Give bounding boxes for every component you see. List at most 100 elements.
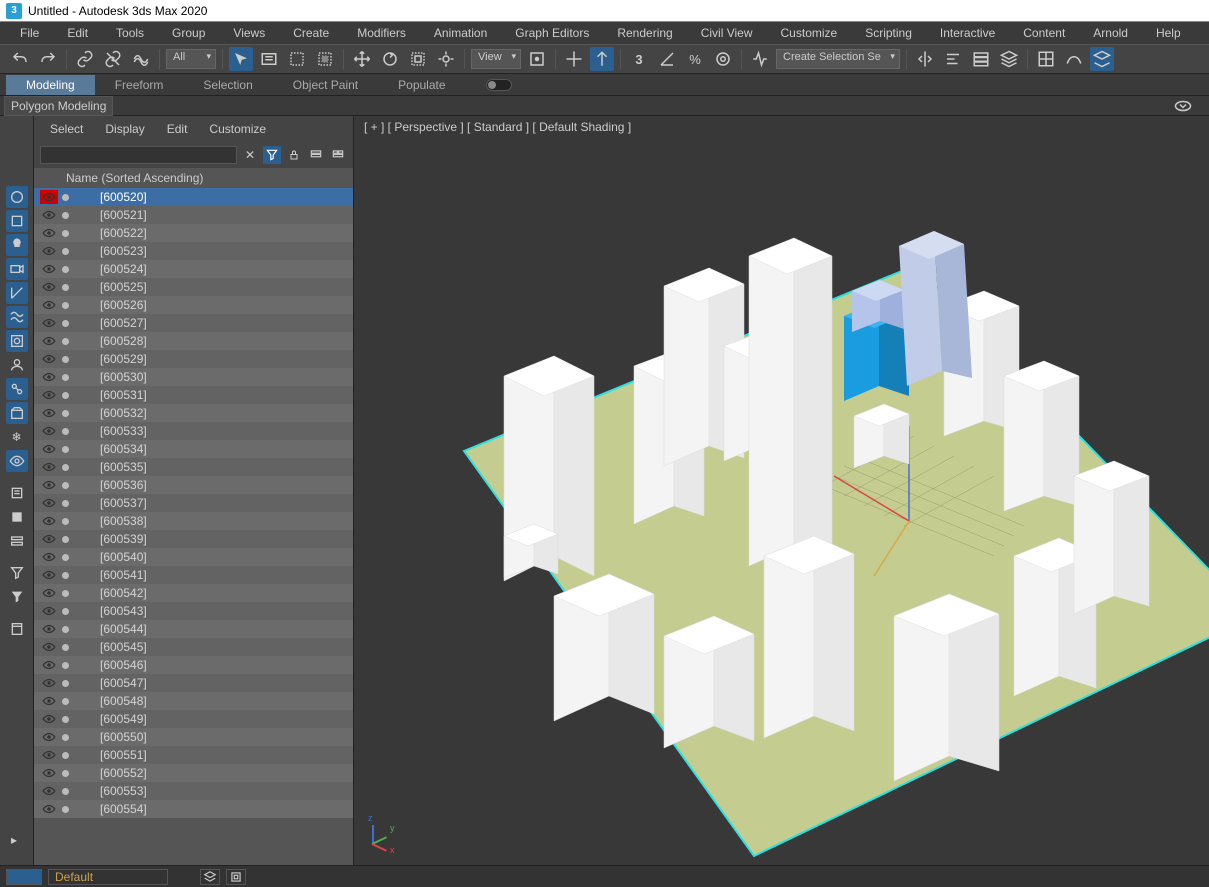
visibility-eye-icon[interactable] (40, 802, 58, 816)
visibility-eye-icon[interactable] (40, 712, 58, 726)
edit-selection-set-button[interactable] (748, 47, 772, 71)
expand-handle-icon[interactable]: ▸ (10, 833, 18, 847)
visibility-eye-icon[interactable] (40, 748, 58, 762)
align-button[interactable] (941, 47, 965, 71)
ribbon-tab-modeling[interactable]: Modeling (6, 75, 95, 95)
visibility-eye-icon[interactable] (40, 280, 58, 294)
freeze-dot-icon[interactable] (58, 334, 72, 348)
filter-helper-icon[interactable] (6, 282, 28, 304)
ribbon-toggle-icon[interactable] (1171, 94, 1195, 118)
rect-region-button[interactable] (285, 47, 309, 71)
layer-explorer-button[interactable] (969, 47, 993, 71)
freeze-dot-icon[interactable] (58, 208, 72, 222)
ribbon-tab-freeform[interactable]: Freeform (95, 75, 184, 95)
freeze-dot-icon[interactable] (58, 658, 72, 672)
menu-content[interactable]: Content (1009, 23, 1079, 43)
menu-group[interactable]: Group (158, 23, 219, 43)
clear-search-icon[interactable]: ✕ (241, 146, 259, 164)
list-item[interactable]: [600534] (34, 440, 353, 458)
explorer-menu-edit[interactable]: Edit (157, 118, 198, 140)
visibility-eye-icon[interactable] (40, 784, 58, 798)
list-item[interactable]: [600545] (34, 638, 353, 656)
visibility-eye-icon[interactable] (40, 586, 58, 600)
ribbon-tab-selection[interactable]: Selection (183, 75, 272, 95)
visibility-eye-icon[interactable] (40, 352, 58, 366)
list-item[interactable]: [600539] (34, 530, 353, 548)
menu-rendering[interactable]: Rendering (603, 23, 686, 43)
list-item[interactable]: [600524] (34, 260, 353, 278)
redo-button[interactable] (36, 47, 60, 71)
menu-arnold[interactable]: Arnold (1079, 23, 1142, 43)
freeze-dot-icon[interactable] (58, 622, 72, 636)
visibility-eye-icon[interactable] (40, 226, 58, 240)
freeze-dot-icon[interactable] (58, 784, 72, 798)
curve-editor-button[interactable] (1034, 47, 1058, 71)
ribbon-tab-object-paint[interactable]: Object Paint (273, 75, 378, 95)
filter-geom-icon[interactable] (6, 186, 28, 208)
filter-container-icon[interactable] (6, 402, 28, 424)
visibility-eye-icon[interactable] (40, 514, 58, 528)
freeze-dot-icon[interactable] (58, 748, 72, 762)
mirror-button[interactable] (913, 47, 937, 71)
freeze-dot-icon[interactable] (58, 352, 72, 366)
visibility-eye-icon[interactable] (40, 550, 58, 564)
list-item[interactable]: [600537] (34, 494, 353, 512)
filter-camera-icon[interactable] (6, 258, 28, 280)
coord-system-dropdown[interactable]: View (471, 49, 521, 69)
visibility-eye-icon[interactable] (40, 730, 58, 744)
list-item[interactable]: [600527] (34, 314, 353, 332)
filter-hidden-icon[interactable] (6, 450, 28, 472)
menu-create[interactable]: Create (279, 23, 343, 43)
filter-funnel2-icon[interactable] (6, 586, 28, 608)
status-layers-icon[interactable] (200, 869, 220, 885)
list-item[interactable]: [600521] (34, 206, 353, 224)
status-color-swatch[interactable] (6, 869, 42, 885)
list-item[interactable]: [600542] (34, 584, 353, 602)
freeze-dot-icon[interactable] (58, 676, 72, 690)
list-item[interactable]: [600531] (34, 386, 353, 404)
view-mode2-icon[interactable] (329, 146, 347, 164)
use-center-button[interactable] (525, 47, 549, 71)
visibility-eye-icon[interactable] (40, 370, 58, 384)
explorer-menu-display[interactable]: Display (95, 118, 154, 140)
visibility-eye-icon[interactable] (40, 406, 58, 420)
explorer-list[interactable]: [600520][600521][600522][600523][600524]… (34, 188, 353, 865)
list-item[interactable]: [600546] (34, 656, 353, 674)
visibility-eye-icon[interactable] (40, 568, 58, 582)
list-item[interactable]: [600530] (34, 368, 353, 386)
freeze-dot-icon[interactable] (58, 568, 72, 582)
visibility-eye-icon[interactable] (40, 766, 58, 780)
menu-tools[interactable]: Tools (102, 23, 158, 43)
percent-snap-button[interactable]: % (683, 47, 707, 71)
freeze-dot-icon[interactable] (58, 190, 72, 204)
visibility-eye-icon[interactable] (40, 262, 58, 276)
visibility-eye-icon[interactable] (40, 604, 58, 618)
schematic-view-button[interactable] (1062, 47, 1086, 71)
list-item[interactable]: [600548] (34, 692, 353, 710)
filter-xref-icon[interactable] (6, 354, 28, 376)
list-item[interactable]: [600553] (34, 782, 353, 800)
list-item[interactable]: [600525] (34, 278, 353, 296)
freeze-dot-icon[interactable] (58, 802, 72, 816)
visibility-eye-icon[interactable] (40, 622, 58, 636)
freeze-dot-icon[interactable] (58, 730, 72, 744)
menu-scripting[interactable]: Scripting (851, 23, 926, 43)
visibility-eye-icon[interactable] (40, 532, 58, 546)
freeze-dot-icon[interactable] (58, 460, 72, 474)
menu-interactive[interactable]: Interactive (926, 23, 1009, 43)
visibility-eye-icon[interactable] (40, 424, 58, 438)
freeze-dot-icon[interactable] (58, 514, 72, 528)
visibility-eye-icon[interactable] (40, 244, 58, 258)
visibility-eye-icon[interactable] (40, 442, 58, 456)
freeze-dot-icon[interactable] (58, 496, 72, 510)
list-item[interactable]: [600533] (34, 422, 353, 440)
list-item[interactable]: [600523] (34, 242, 353, 260)
filter-funnel-icon[interactable] (6, 562, 28, 584)
list-item[interactable]: [600535] (34, 458, 353, 476)
bind-button[interactable] (129, 47, 153, 71)
explorer-menu-customize[interactable]: Customize (199, 118, 276, 140)
list-item[interactable]: [600520] (34, 188, 353, 206)
viewport[interactable]: [ + ] [ Perspective ] [ Standard ] [ Def… (354, 116, 1209, 865)
rotate-button[interactable] (378, 47, 402, 71)
freeze-dot-icon[interactable] (58, 442, 72, 456)
